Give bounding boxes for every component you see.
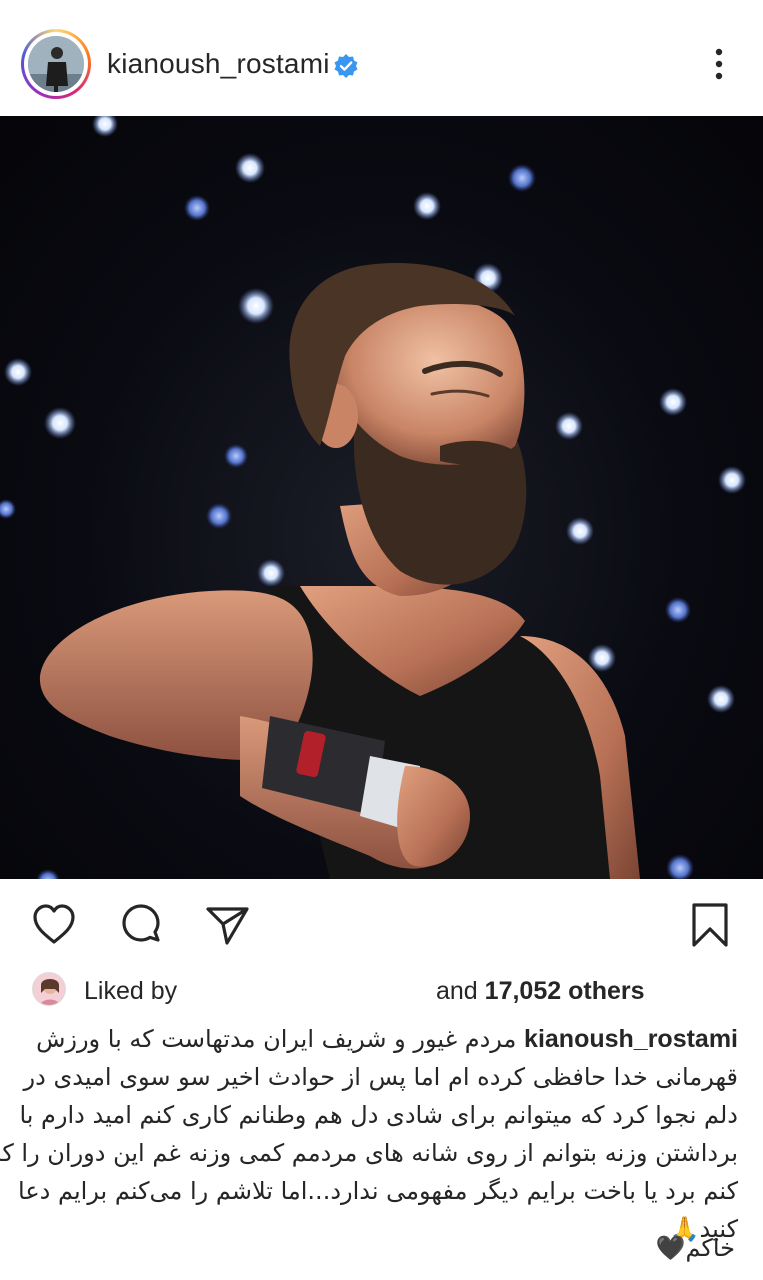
caption-line: قهرمانی خدا حافظی کرده ام اما پس از حواد… (23, 1063, 738, 1091)
likes-row: Liked by and 17,052 others (0, 970, 763, 1014)
caption-username[interactable]: kianoush_rostami (524, 1025, 738, 1053)
send-icon[interactable] (203, 901, 251, 949)
profile-avatar[interactable] (28, 36, 84, 92)
avatar-image (28, 36, 84, 92)
likes-count[interactable]: and 17,052 others (436, 977, 645, 1006)
comment-icon[interactable] (117, 901, 165, 949)
story-ring[interactable] (21, 29, 91, 99)
liker-avatar[interactable] (32, 972, 66, 1006)
caption-line: kianoush_rostami مردم غیور و شریف ایران … (36, 1025, 738, 1053)
caption-line: برداشتن وزنه بتوانم از روی شانه های مردم… (0, 1139, 738, 1167)
post-photo[interactable] (0, 116, 763, 879)
post-caption: kianoush_rostami مردم غیور و شریف ایران … (0, 1020, 738, 1248)
caption-line: دلم نجوا کرد که میتوانم برای شادی دل هم … (19, 1101, 738, 1129)
more-vertical-icon[interactable] (704, 46, 734, 82)
weightlifter-photo (0, 116, 746, 879)
caption-line: کنید🙏 (669, 1215, 738, 1243)
verified-badge-icon (334, 54, 358, 78)
username[interactable]: kianoush_rostami (107, 48, 330, 80)
action-bar (0, 879, 763, 969)
caption-line: کنم برد یا باخت برایم دیگر مفهومی ندارد.… (18, 1177, 738, 1205)
post-header: kianoush_rostami (0, 0, 763, 116)
caption-sign-off: خاکم🖤 (655, 1234, 735, 1262)
liked-by-label: Liked by (84, 977, 178, 1005)
heart-icon[interactable] (30, 901, 78, 949)
bookmark-icon[interactable] (686, 901, 734, 949)
